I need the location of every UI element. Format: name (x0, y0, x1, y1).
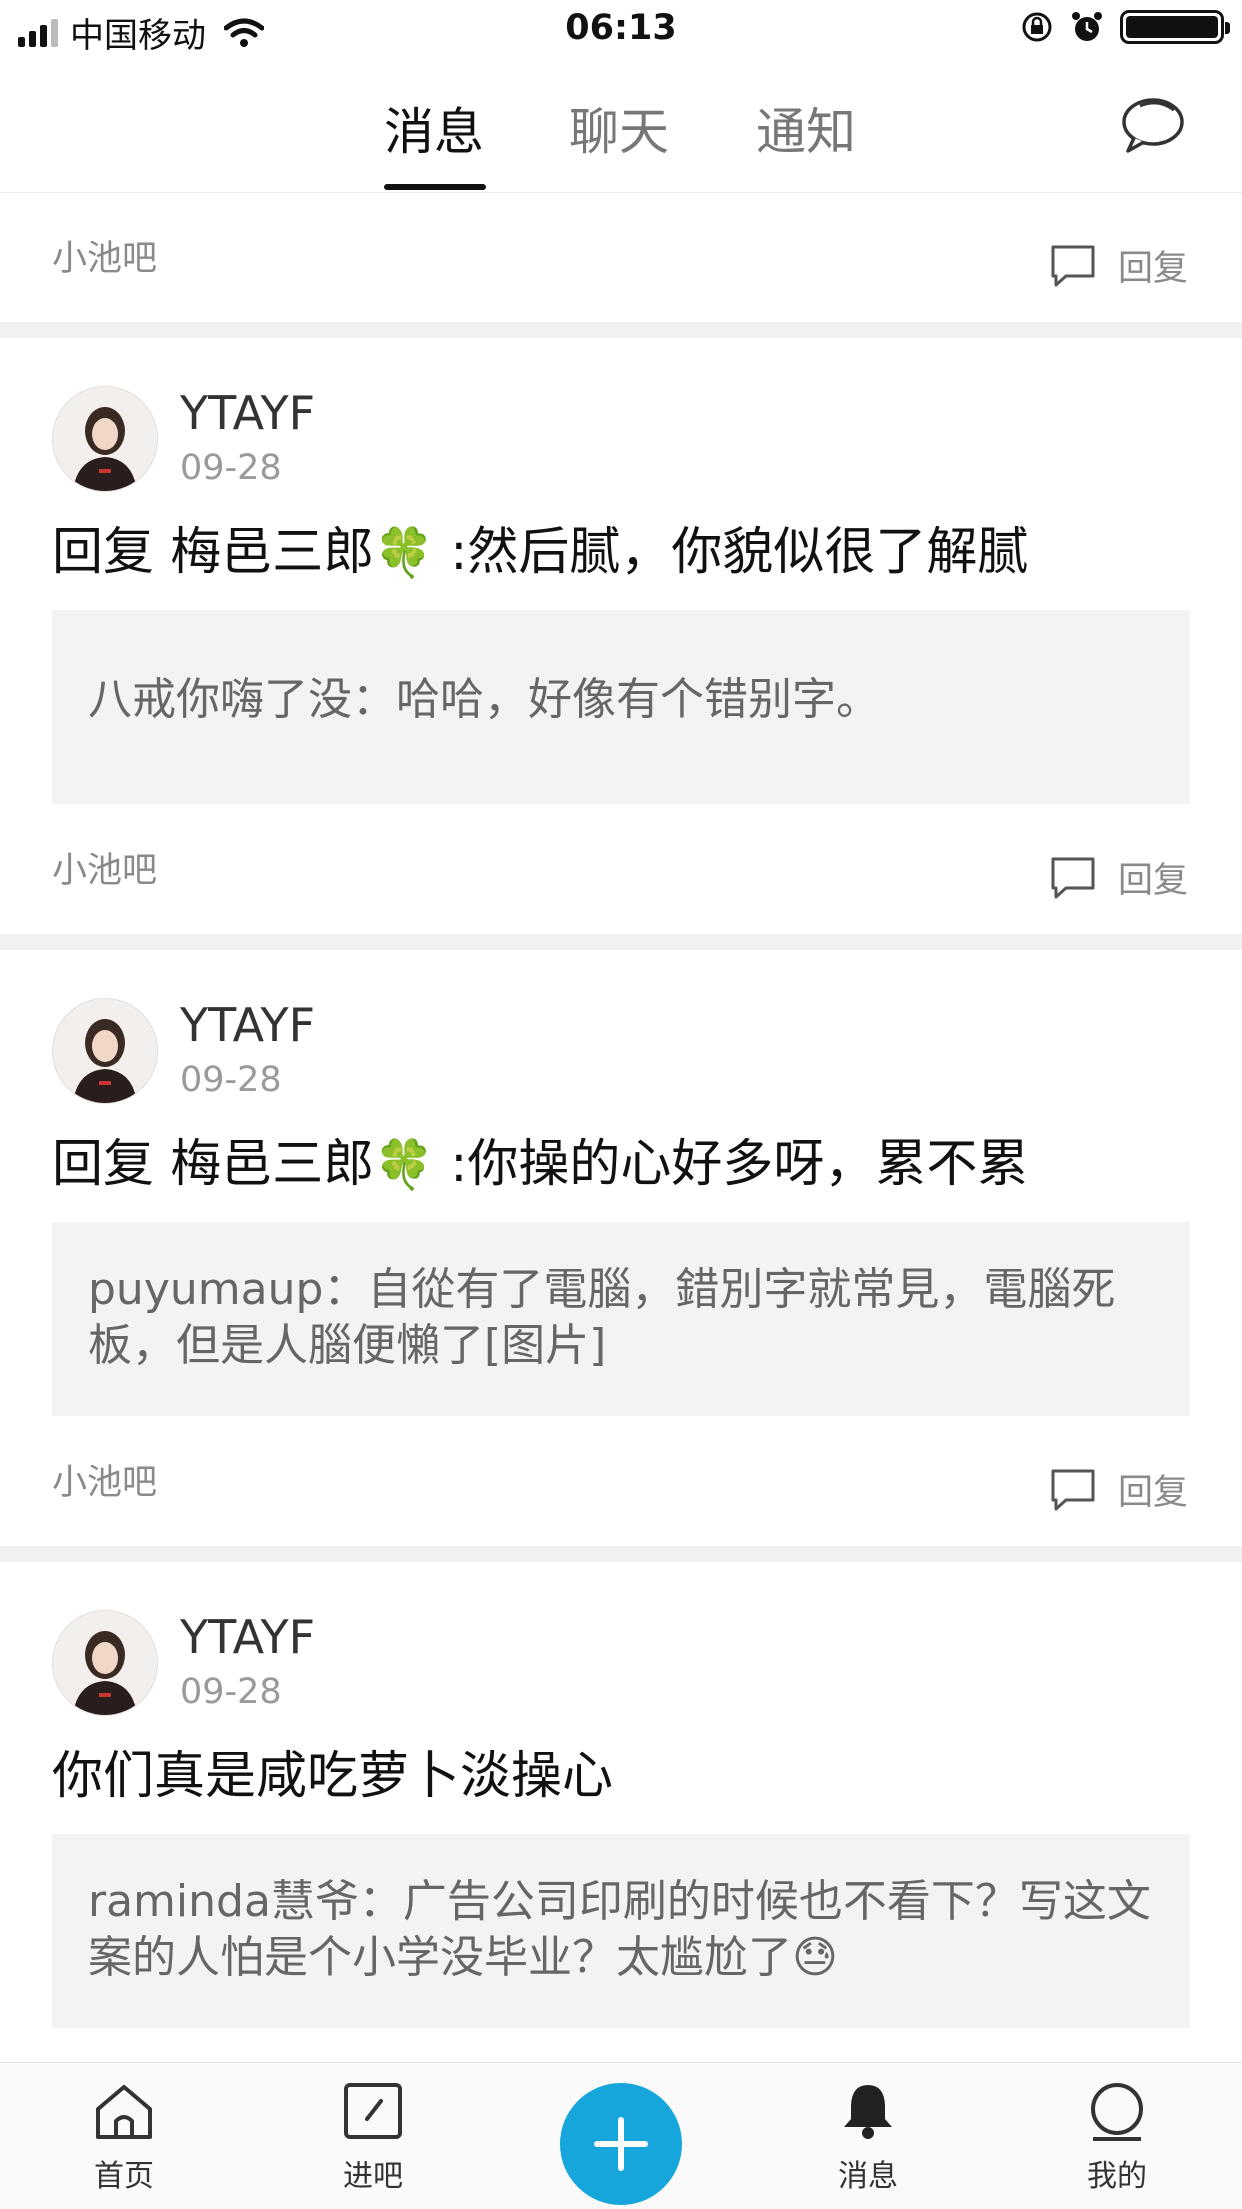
section-divider (0, 934, 1242, 950)
active-tab-indicator (384, 184, 486, 190)
reply-button[interactable]: 回复 (1050, 852, 1188, 903)
post-plus-button[interactable] (560, 2083, 682, 2205)
nav-profile[interactable]: 我的 (1057, 2081, 1177, 2195)
post-date: 09-28 (180, 448, 282, 488)
status-bar: 中国移动 06:13 (0, 0, 1242, 62)
nav-enter-forum[interactable]: 进吧 (313, 2081, 433, 2195)
quoted-comment[interactable]: 八戒你嗨了没：哈哈，好像有个错别字。 (52, 610, 1190, 804)
quoted-comment[interactable]: puyumaup：自從有了電腦，錯別字就常見，電腦死板，但是人腦便懶了[图片] (52, 1222, 1190, 1416)
clover-emoji: 🍀 (374, 1137, 434, 1193)
profile-icon (1091, 2083, 1143, 2141)
forum-name[interactable]: 小池吧 (52, 842, 157, 893)
enter-forum-icon (344, 2083, 402, 2139)
reply-content: 回复 梅邑三郎🍀 :然后腻，你貌似很了解腻 (52, 523, 1029, 582)
forum-name[interactable]: 小池吧 (52, 1454, 157, 1505)
message-card[interactable]: YTAYF 09-28 回复 梅邑三郎🍀 :你操的心好多呀，累不累 puyuma… (0, 950, 1242, 1546)
card-footer: 小池吧 回复 (0, 1416, 1242, 1546)
user-name[interactable]: YTAYF (180, 386, 315, 440)
section-divider (0, 1546, 1242, 1562)
bell-icon (844, 2085, 892, 2139)
top-tab-bar: 消息 聊天 通知 (0, 62, 1242, 193)
tab-chat[interactable]: 聊天 (569, 92, 669, 164)
card-footer: 小池吧 回复 (0, 192, 1242, 322)
comment-icon (1051, 857, 1095, 898)
user-name[interactable]: YTAYF (180, 998, 315, 1052)
nav-messages[interactable]: 消息 (808, 2081, 928, 2195)
reply-content: 你们真是咸吃萝卜淡操心 (52, 1747, 614, 1806)
reply-button[interactable]: 回复 (1050, 1464, 1188, 1515)
reply-content: 回复 梅邑三郎🍀 :你操的心好多呀，累不累 (52, 1135, 1029, 1194)
reply-button[interactable]: 回复 (1050, 240, 1188, 291)
nav-home[interactable]: 首页 (64, 2081, 184, 2195)
forum-name[interactable]: 小池吧 (52, 230, 157, 281)
home-icon (96, 2085, 152, 2139)
comment-icon (1051, 1469, 1095, 1510)
orientation-lock-icon (1022, 12, 1052, 42)
tab-messages[interactable]: 消息 (384, 92, 484, 164)
downcast-sweat-emoji: 😓 (792, 1932, 838, 1983)
avatar[interactable] (52, 998, 158, 1104)
clover-emoji: 🍀 (374, 525, 434, 581)
chat-bubble-icon[interactable] (1118, 94, 1186, 156)
post-date: 09-28 (180, 1672, 282, 1712)
tab-notifications[interactable]: 通知 (756, 92, 856, 164)
section-divider (0, 322, 1242, 338)
battery-icon (1120, 10, 1230, 44)
message-card[interactable]: YTAYF 09-28 回复 梅邑三郎🍀 :然后腻，你貌似很了解腻 八戒你嗨了没… (0, 338, 1242, 934)
bottom-nav: 首页 进吧 消息 我的 (0, 2062, 1242, 2209)
avatar[interactable] (52, 386, 158, 492)
post-date: 09-28 (180, 1060, 282, 1100)
quoted-comment[interactable]: raminda慧爷：广告公司印刷的时候也不看下？写这文案的人怕是个小学没毕业？太… (52, 1834, 1190, 2028)
message-feed: 小池吧 回复 YTAYF 09-28 回复 梅邑三郎🍀 :然后腻，你貌似很了解腻… (0, 192, 1242, 2028)
card-footer: 小池吧 回复 (0, 804, 1242, 934)
comment-icon (1051, 245, 1095, 286)
alarm-icon (1072, 12, 1102, 41)
user-name[interactable]: YTAYF (180, 1610, 315, 1664)
avatar[interactable] (52, 1610, 158, 1716)
message-card[interactable]: YTAYF 09-28 你们真是咸吃萝卜淡操心 raminda慧爷：广告公司印刷… (0, 1562, 1242, 2028)
